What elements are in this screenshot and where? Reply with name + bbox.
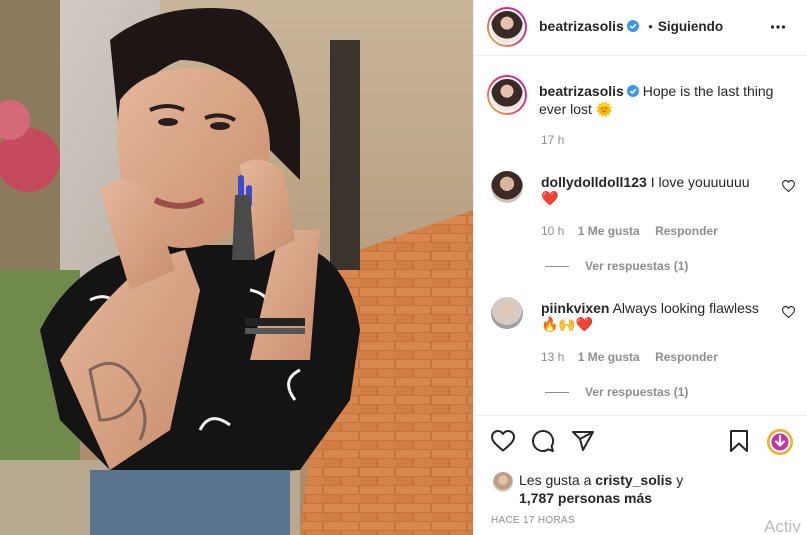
comment-emoji: ❤️ <box>541 190 559 206</box>
comment-text: Always looking flawless <box>612 300 759 316</box>
post-photo[interactable] <box>0 0 473 535</box>
liker-username[interactable]: cristy_solis <box>595 472 672 488</box>
view-replies[interactable]: Ver respuestas (1) <box>545 385 688 399</box>
comment-icon[interactable] <box>531 429 555 453</box>
view-replies[interactable]: Ver respuestas (1) <box>545 259 688 273</box>
comment-likes[interactable]: 1 Me gusta <box>578 350 640 364</box>
comment-time: 10 h <box>541 224 565 238</box>
activation-watermark: Activ <box>764 517 801 535</box>
header-author: beatrizasolis • Siguiendo <box>539 18 723 36</box>
author-avatar[interactable] <box>487 7 527 47</box>
comment-1: dollydolldoll123 I love youuuuuu <box>541 173 750 191</box>
comment-time: 13 h <box>541 350 565 364</box>
follow-separator: • <box>648 19 653 34</box>
comment-username[interactable]: piinkvixen <box>541 300 609 316</box>
download-icon[interactable] <box>766 428 794 456</box>
commenter-avatar[interactable] <box>491 171 523 203</box>
likes-count[interactable]: 1,787 personas más <box>519 489 652 508</box>
view-replies-label[interactable]: Ver respuestas (1) <box>585 385 688 399</box>
post-side-panel: beatrizasolis • Siguiendo beatrizasolis H… <box>473 0 807 535</box>
replies-line <box>545 392 569 394</box>
comment-text: I love youuuuuu <box>650 174 750 190</box>
comment-like-heart-icon[interactable] <box>782 180 795 192</box>
comment-meta: 13 h 1 Me gusta Responder <box>541 350 718 364</box>
post-timestamp: HACE 17 HORAS <box>491 515 575 526</box>
verified-badge-icon <box>626 20 639 32</box>
save-icon[interactable] <box>729 430 749 452</box>
author-username[interactable]: beatrizasolis <box>539 18 624 34</box>
caption: beatrizasolis Hope is the last thing eve… <box>539 82 773 118</box>
comment-2: piinkvixen Always looking flawless <box>541 299 759 317</box>
caption-text-cont: ever lost <box>539 101 592 117</box>
heart-icon[interactable] <box>491 430 515 452</box>
more-options-icon[interactable] <box>770 19 786 35</box>
share-icon[interactable] <box>571 430 595 452</box>
post-photo-illustration <box>0 0 473 535</box>
following-button[interactable]: Siguiendo <box>658 19 723 34</box>
view-replies-label[interactable]: Ver respuestas (1) <box>585 259 688 273</box>
comment-like-heart-icon[interactable] <box>782 306 795 318</box>
comment-emoji: 🔥🙌❤️ <box>541 316 594 332</box>
post-header: beatrizasolis • Siguiendo <box>474 0 807 56</box>
actions-divider <box>474 415 807 416</box>
caption-line-2: ever lost 🌞 <box>539 100 773 118</box>
caption-username[interactable]: beatrizasolis <box>539 83 624 99</box>
replies-line <box>545 266 569 268</box>
comment-likes[interactable]: 1 Me gusta <box>578 224 640 238</box>
caption-line-1: beatrizasolis Hope is the last thing <box>539 82 773 100</box>
reply-button[interactable]: Responder <box>655 224 718 238</box>
liker-avatar[interactable] <box>493 472 513 492</box>
caption-emoji: 🌞 <box>595 101 614 117</box>
comment-meta: 10 h 1 Me gusta Responder <box>541 224 718 238</box>
verified-badge-icon <box>626 85 639 97</box>
likes-count-label[interactable]: 1,787 personas más <box>519 490 652 506</box>
caption-time: 17 h <box>541 133 565 147</box>
likes-prefix: Les gusta a <box>519 472 592 488</box>
caption-text: Hope is the last thing <box>642 83 774 99</box>
comment-username[interactable]: dollydolldoll123 <box>541 174 647 190</box>
likes-line-1: Les gusta a cristy_solis y <box>519 471 683 490</box>
likes-suffix: y <box>676 472 684 488</box>
reply-button[interactable]: Responder <box>655 350 718 364</box>
caption-avatar[interactable] <box>487 75 527 115</box>
commenter-avatar[interactable] <box>491 297 523 329</box>
